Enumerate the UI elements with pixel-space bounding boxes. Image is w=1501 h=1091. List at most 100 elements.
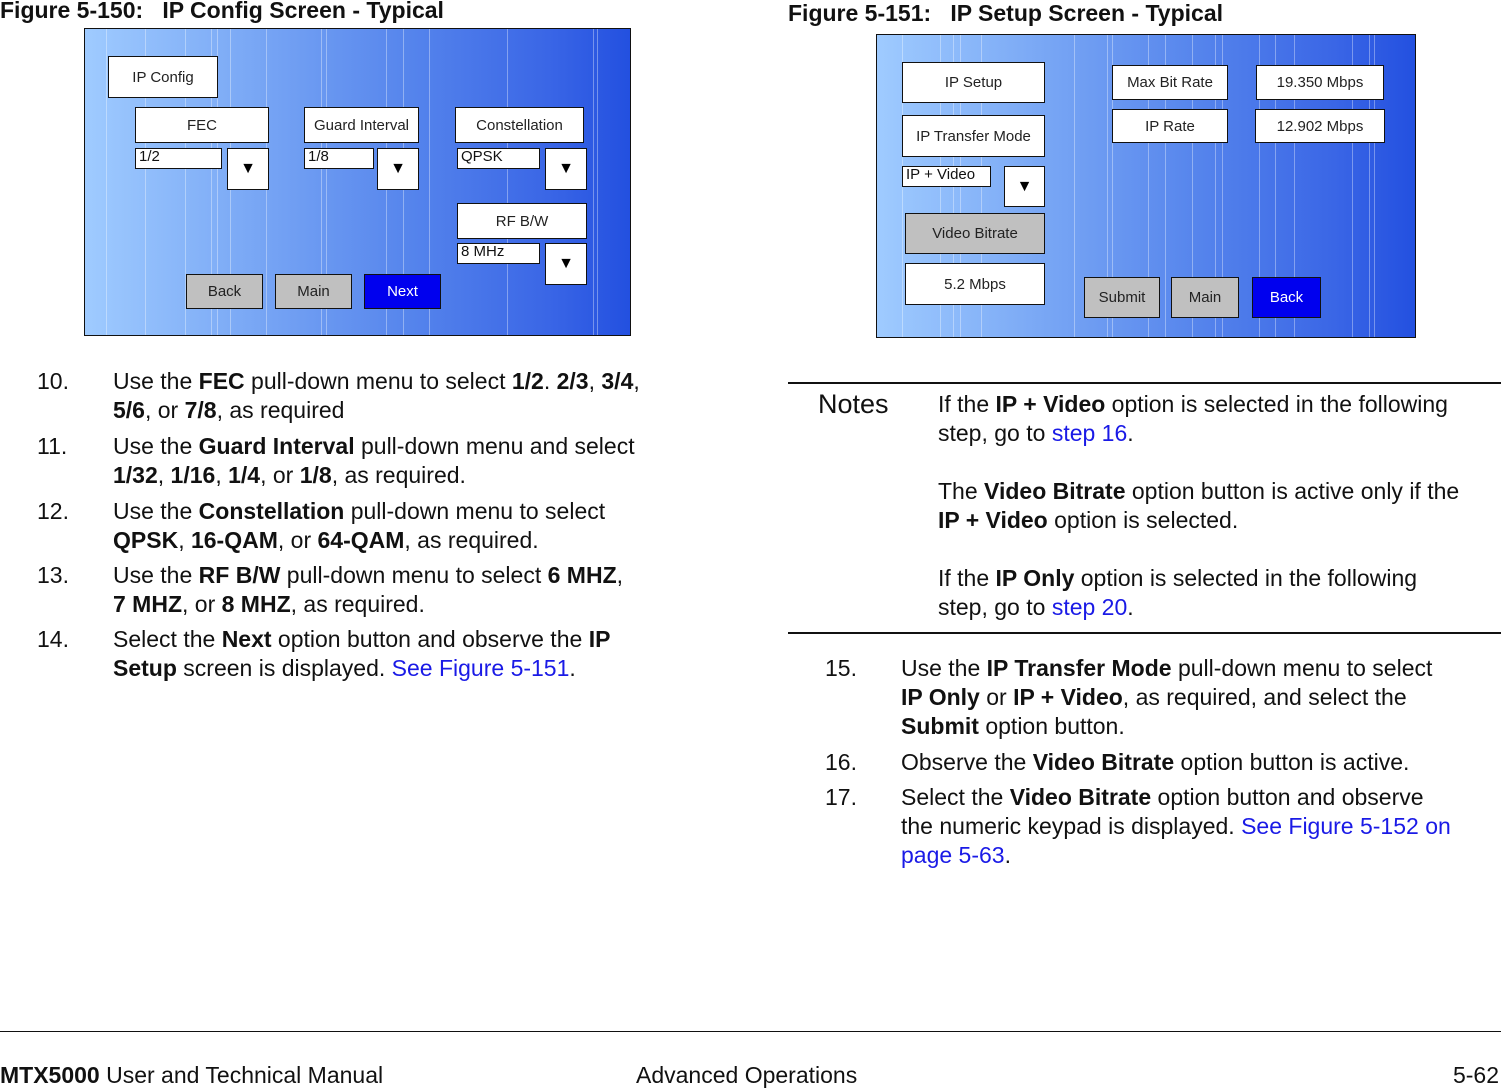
bold-term: Video Bitrate xyxy=(1032,749,1175,775)
text-run: screen is displayed. xyxy=(176,655,392,681)
bold-term: 7/8 xyxy=(184,397,217,423)
notes-body: If the IP + Video option is selected in … xyxy=(938,390,1459,622)
bold-term: 6 MHZ xyxy=(547,562,617,588)
step-text: Use the FEC pull-down menu to select 1/2… xyxy=(113,367,640,425)
fec-dropdown-button[interactable]: ▼ xyxy=(227,148,269,190)
step-text: Use the IP Transfer Mode pull-down menu … xyxy=(901,654,1432,741)
text-run: , or xyxy=(260,462,300,488)
bold-term: IP + Video xyxy=(1013,684,1123,710)
step-line: Observe the Video Bitrate option button … xyxy=(901,748,1409,777)
text-run: , or xyxy=(182,591,222,617)
step-number: 15. xyxy=(825,655,857,681)
text-run: , xyxy=(633,368,640,394)
constellation-value-field[interactable]: QPSK xyxy=(457,148,540,169)
ip-rate-value: 12.902 Mbps xyxy=(1255,109,1385,143)
guard-interval-dropdown-button[interactable]: ▼ xyxy=(377,148,419,190)
text-run: . xyxy=(543,368,557,394)
step-line: Use the RF B/W pull-down menu to select … xyxy=(113,561,623,590)
text-run: Select the xyxy=(113,626,222,652)
cross-reference-link[interactable]: step 16 xyxy=(1052,420,1127,446)
main-button[interactable]: Main xyxy=(275,274,352,309)
bold-term: Next xyxy=(221,626,272,652)
submit-button[interactable]: Submit xyxy=(1084,277,1160,318)
text-run: pull-down menu to select xyxy=(244,368,512,394)
bold-term: Guard Interval xyxy=(198,433,355,459)
notes-line: step, go to step 20. xyxy=(938,593,1459,622)
text-run: step, go to xyxy=(938,594,1052,620)
step-line: 1/32, 1/16, 1/4, or 1/8, as required. xyxy=(113,461,635,490)
bold-term: 1/4 xyxy=(228,462,261,488)
bold-term: Video Bitrate xyxy=(1009,784,1152,810)
notes-line xyxy=(938,535,1459,564)
text-run: pull-down menu and select xyxy=(354,433,635,459)
step-line: Use the Guard Interval pull-down menu an… xyxy=(113,432,635,461)
text-run: step, go to xyxy=(938,420,1052,446)
rf-bw-value-field[interactable]: 8 MHz xyxy=(457,243,540,264)
next-button[interactable]: Next xyxy=(364,274,441,309)
chevron-down-icon: ▼ xyxy=(558,160,574,177)
bold-term: 64-QAM xyxy=(317,527,405,553)
cross-reference-link[interactable]: See Figure 5-152 on xyxy=(1241,813,1451,839)
text-run: Use the xyxy=(113,562,199,588)
ip-setup-title-button[interactable]: IP Setup xyxy=(902,62,1045,103)
guard-interval-value-field[interactable]: 1/8 xyxy=(304,148,374,169)
rf-bw-dropdown-button[interactable]: ▼ xyxy=(545,243,587,285)
figure-5-150-title: Figure 5-150: IP Config Screen - Typical xyxy=(0,0,444,23)
rf-bw-label: RF B/W xyxy=(457,203,587,239)
step-line: Submit option button. xyxy=(901,712,1432,741)
step-number: 12. xyxy=(37,498,69,524)
fec-value-field[interactable]: 1/2 xyxy=(135,148,222,169)
text-run: option button is active only if the xyxy=(1125,478,1460,504)
text-run: , as required xyxy=(216,397,345,423)
text-run: pull-down menu to select xyxy=(1171,655,1433,681)
text-run: , as required, and select the xyxy=(1122,684,1407,710)
footer-section: Advanced Operations xyxy=(636,1062,858,1088)
footer-manual-title: MTX5000 User and Technical Manual xyxy=(0,1062,383,1089)
bold-term: FEC xyxy=(198,368,245,394)
cross-reference-link[interactable]: page 5-63 xyxy=(901,842,1005,868)
bold-term: IP Only xyxy=(995,565,1075,591)
ip-config-title-button[interactable]: IP Config xyxy=(108,56,218,98)
footer-product: MTX5000 xyxy=(0,1062,100,1088)
text-run: , or xyxy=(277,527,318,553)
ip-transfer-mode-dropdown-button[interactable]: ▼ xyxy=(1004,166,1045,207)
text-run: option is selected. xyxy=(1047,507,1239,533)
text-run: option button and observe xyxy=(1151,784,1424,810)
text-run: Use the xyxy=(901,655,987,681)
notes-label: Notes xyxy=(818,389,889,419)
notes-line: If the IP + Video option is selected in … xyxy=(938,390,1459,419)
ip-transfer-mode-label: IP Transfer Mode xyxy=(902,115,1045,157)
cross-reference-link[interactable]: See Figure 5-151 xyxy=(392,655,570,681)
constellation-dropdown-button[interactable]: ▼ xyxy=(545,148,587,190)
text-run: , as required. xyxy=(404,527,539,553)
bold-term: 1/16 xyxy=(170,462,216,488)
step-number: 13. xyxy=(37,562,69,588)
text-run: option button. xyxy=(978,713,1125,739)
step-line: the numeric keypad is displayed. See Fig… xyxy=(901,812,1451,841)
back-button[interactable]: Back xyxy=(186,274,263,309)
bold-term: IP Only xyxy=(901,684,980,710)
video-bitrate-button[interactable]: Video Bitrate xyxy=(905,213,1045,254)
text-run: Use the xyxy=(113,368,199,394)
text-run: If the xyxy=(938,391,996,417)
bold-term: 8 MHZ xyxy=(221,591,291,617)
text-run: option button and observe the xyxy=(271,626,589,652)
step-line: Use the Constellation pull-down menu to … xyxy=(113,497,605,526)
step-line: Setup screen is displayed. See Figure 5-… xyxy=(113,654,610,683)
ip-transfer-mode-value-field[interactable]: IP + Video xyxy=(902,166,991,187)
bold-term: 7 MHZ xyxy=(113,591,182,617)
text-run: Observe the xyxy=(901,749,1033,775)
step-text: Observe the Video Bitrate option button … xyxy=(901,748,1409,777)
ip-setup-screen: IP Setup IP Transfer Mode IP + Video ▼ V… xyxy=(876,34,1416,338)
notes-line: The Video Bitrate option button is activ… xyxy=(938,477,1459,506)
text-run: , or xyxy=(144,397,185,423)
fec-label: FEC xyxy=(135,107,269,143)
notes-line: step, go to step 16. xyxy=(938,419,1459,448)
main-button[interactable]: Main xyxy=(1171,277,1239,318)
cross-reference-link[interactable]: step 20 xyxy=(1052,594,1127,620)
text-run: Use the xyxy=(113,433,199,459)
back-button[interactable]: Back xyxy=(1252,277,1321,318)
text-run: , xyxy=(157,462,171,488)
step-line: page 5-63. xyxy=(901,841,1451,870)
bold-term: IP xyxy=(588,626,611,652)
